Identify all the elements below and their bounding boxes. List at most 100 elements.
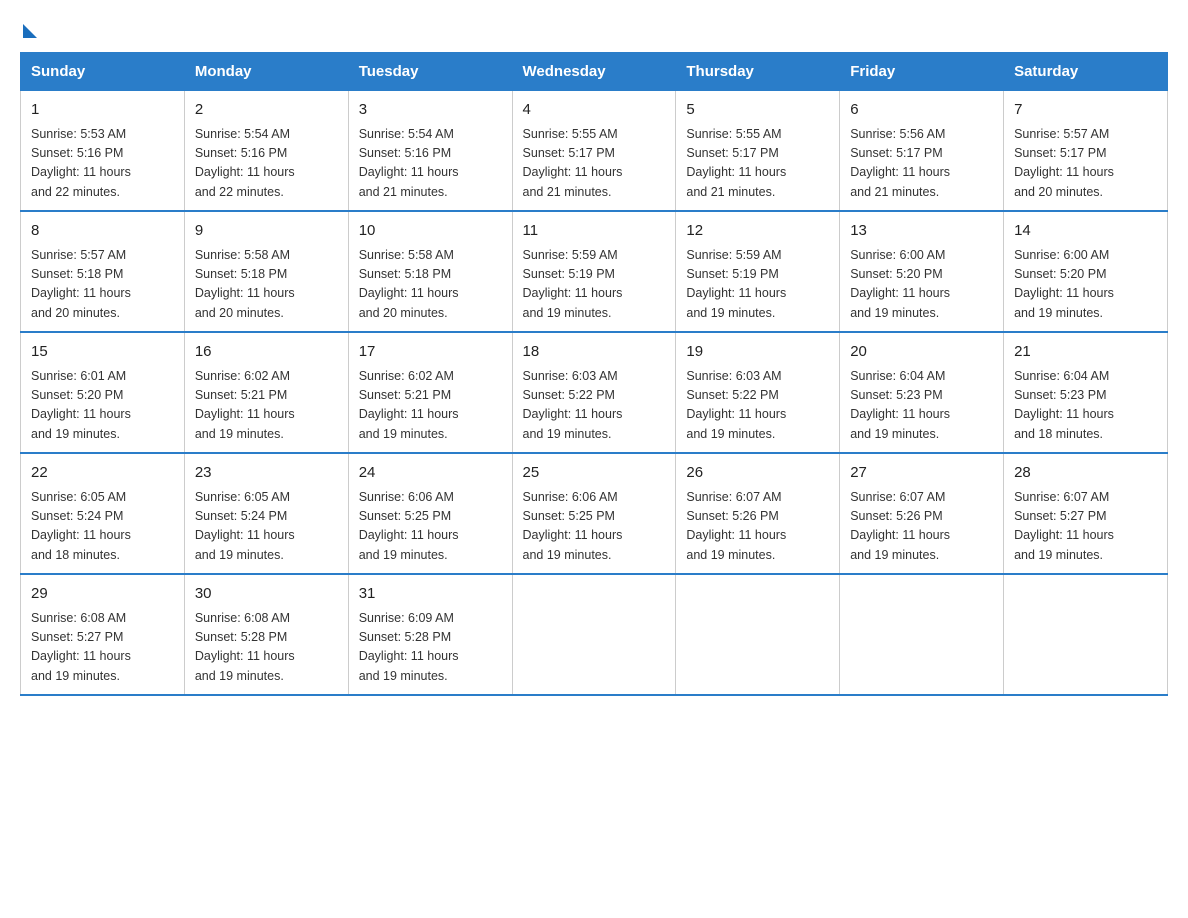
- day-info: Sunrise: 6:08 AM Sunset: 5:28 PM Dayligh…: [195, 609, 338, 687]
- day-number: 16: [195, 341, 338, 364]
- week-row-1: 1 Sunrise: 5:53 AM Sunset: 5:16 PM Dayli…: [21, 91, 1168, 212]
- day-number: 10: [359, 220, 502, 243]
- day-number: 11: [523, 220, 666, 243]
- day-cell: 15 Sunrise: 6:01 AM Sunset: 5:20 PM Dayl…: [21, 332, 185, 453]
- day-cell: 28 Sunrise: 6:07 AM Sunset: 5:27 PM Dayl…: [1004, 453, 1168, 574]
- day-cell: 3 Sunrise: 5:54 AM Sunset: 5:16 PM Dayli…: [348, 91, 512, 212]
- day-number: 24: [359, 462, 502, 485]
- day-cell: 30 Sunrise: 6:08 AM Sunset: 5:28 PM Dayl…: [184, 574, 348, 695]
- day-info: Sunrise: 6:07 AM Sunset: 5:26 PM Dayligh…: [850, 488, 993, 566]
- header-cell-saturday: Saturday: [1004, 53, 1168, 91]
- day-number: 3: [359, 99, 502, 122]
- day-number: 22: [31, 462, 174, 485]
- day-cell: 19 Sunrise: 6:03 AM Sunset: 5:22 PM Dayl…: [676, 332, 840, 453]
- day-number: 18: [523, 341, 666, 364]
- day-cell: 14 Sunrise: 6:00 AM Sunset: 5:20 PM Dayl…: [1004, 211, 1168, 332]
- calendar-header: SundayMondayTuesdayWednesdayThursdayFrid…: [21, 53, 1168, 91]
- day-number: 6: [850, 99, 993, 122]
- week-row-2: 8 Sunrise: 5:57 AM Sunset: 5:18 PM Dayli…: [21, 211, 1168, 332]
- week-row-3: 15 Sunrise: 6:01 AM Sunset: 5:20 PM Dayl…: [21, 332, 1168, 453]
- day-number: 5: [686, 99, 829, 122]
- day-cell: 6 Sunrise: 5:56 AM Sunset: 5:17 PM Dayli…: [840, 91, 1004, 212]
- day-number: 17: [359, 341, 502, 364]
- day-info: Sunrise: 5:55 AM Sunset: 5:17 PM Dayligh…: [686, 125, 829, 203]
- day-number: 7: [1014, 99, 1157, 122]
- day-number: 12: [686, 220, 829, 243]
- day-info: Sunrise: 6:05 AM Sunset: 5:24 PM Dayligh…: [31, 488, 174, 566]
- day-cell: 4 Sunrise: 5:55 AM Sunset: 5:17 PM Dayli…: [512, 91, 676, 212]
- day-info: Sunrise: 6:06 AM Sunset: 5:25 PM Dayligh…: [523, 488, 666, 566]
- page-header: [20, 20, 1168, 34]
- header-cell-monday: Monday: [184, 53, 348, 91]
- week-row-5: 29 Sunrise: 6:08 AM Sunset: 5:27 PM Dayl…: [21, 574, 1168, 695]
- header-cell-sunday: Sunday: [21, 53, 185, 91]
- day-info: Sunrise: 5:57 AM Sunset: 5:17 PM Dayligh…: [1014, 125, 1157, 203]
- day-info: Sunrise: 6:02 AM Sunset: 5:21 PM Dayligh…: [195, 367, 338, 445]
- day-info: Sunrise: 5:57 AM Sunset: 5:18 PM Dayligh…: [31, 246, 174, 324]
- day-number: 19: [686, 341, 829, 364]
- day-number: 30: [195, 583, 338, 606]
- day-cell: 17 Sunrise: 6:02 AM Sunset: 5:21 PM Dayl…: [348, 332, 512, 453]
- day-cell: 7 Sunrise: 5:57 AM Sunset: 5:17 PM Dayli…: [1004, 91, 1168, 212]
- day-number: 27: [850, 462, 993, 485]
- day-info: Sunrise: 5:59 AM Sunset: 5:19 PM Dayligh…: [686, 246, 829, 324]
- day-cell: [512, 574, 676, 695]
- day-cell: 5 Sunrise: 5:55 AM Sunset: 5:17 PM Dayli…: [676, 91, 840, 212]
- logo-triangle-icon: [23, 24, 37, 38]
- day-number: 25: [523, 462, 666, 485]
- day-cell: 25 Sunrise: 6:06 AM Sunset: 5:25 PM Dayl…: [512, 453, 676, 574]
- day-info: Sunrise: 5:55 AM Sunset: 5:17 PM Dayligh…: [523, 125, 666, 203]
- day-info: Sunrise: 6:07 AM Sunset: 5:26 PM Dayligh…: [686, 488, 829, 566]
- header-cell-thursday: Thursday: [676, 53, 840, 91]
- day-number: 26: [686, 462, 829, 485]
- day-cell: 8 Sunrise: 5:57 AM Sunset: 5:18 PM Dayli…: [21, 211, 185, 332]
- day-cell: 13 Sunrise: 6:00 AM Sunset: 5:20 PM Dayl…: [840, 211, 1004, 332]
- day-cell: 20 Sunrise: 6:04 AM Sunset: 5:23 PM Dayl…: [840, 332, 1004, 453]
- day-number: 15: [31, 341, 174, 364]
- header-cell-tuesday: Tuesday: [348, 53, 512, 91]
- header-cell-friday: Friday: [840, 53, 1004, 91]
- day-info: Sunrise: 6:02 AM Sunset: 5:21 PM Dayligh…: [359, 367, 502, 445]
- day-number: 2: [195, 99, 338, 122]
- day-info: Sunrise: 5:54 AM Sunset: 5:16 PM Dayligh…: [359, 125, 502, 203]
- day-info: Sunrise: 6:09 AM Sunset: 5:28 PM Dayligh…: [359, 609, 502, 687]
- day-info: Sunrise: 6:03 AM Sunset: 5:22 PM Dayligh…: [523, 367, 666, 445]
- day-number: 1: [31, 99, 174, 122]
- day-number: 4: [523, 99, 666, 122]
- day-info: Sunrise: 5:56 AM Sunset: 5:17 PM Dayligh…: [850, 125, 993, 203]
- day-cell: 16 Sunrise: 6:02 AM Sunset: 5:21 PM Dayl…: [184, 332, 348, 453]
- day-info: Sunrise: 6:08 AM Sunset: 5:27 PM Dayligh…: [31, 609, 174, 687]
- calendar-table: SundayMondayTuesdayWednesdayThursdayFrid…: [20, 52, 1168, 696]
- day-info: Sunrise: 5:59 AM Sunset: 5:19 PM Dayligh…: [523, 246, 666, 324]
- day-cell: 9 Sunrise: 5:58 AM Sunset: 5:18 PM Dayli…: [184, 211, 348, 332]
- day-info: Sunrise: 6:01 AM Sunset: 5:20 PM Dayligh…: [31, 367, 174, 445]
- day-info: Sunrise: 5:54 AM Sunset: 5:16 PM Dayligh…: [195, 125, 338, 203]
- day-number: 14: [1014, 220, 1157, 243]
- day-cell: [1004, 574, 1168, 695]
- day-info: Sunrise: 6:00 AM Sunset: 5:20 PM Dayligh…: [850, 246, 993, 324]
- day-number: 29: [31, 583, 174, 606]
- day-cell: [676, 574, 840, 695]
- day-cell: 24 Sunrise: 6:06 AM Sunset: 5:25 PM Dayl…: [348, 453, 512, 574]
- day-cell: 11 Sunrise: 5:59 AM Sunset: 5:19 PM Dayl…: [512, 211, 676, 332]
- day-info: Sunrise: 5:58 AM Sunset: 5:18 PM Dayligh…: [195, 246, 338, 324]
- day-cell: 1 Sunrise: 5:53 AM Sunset: 5:16 PM Dayli…: [21, 91, 185, 212]
- day-info: Sunrise: 6:07 AM Sunset: 5:27 PM Dayligh…: [1014, 488, 1157, 566]
- day-number: 21: [1014, 341, 1157, 364]
- day-info: Sunrise: 5:58 AM Sunset: 5:18 PM Dayligh…: [359, 246, 502, 324]
- day-info: Sunrise: 6:04 AM Sunset: 5:23 PM Dayligh…: [850, 367, 993, 445]
- day-cell: 31 Sunrise: 6:09 AM Sunset: 5:28 PM Dayl…: [348, 574, 512, 695]
- day-info: Sunrise: 6:03 AM Sunset: 5:22 PM Dayligh…: [686, 367, 829, 445]
- day-cell: 22 Sunrise: 6:05 AM Sunset: 5:24 PM Dayl…: [21, 453, 185, 574]
- day-number: 28: [1014, 462, 1157, 485]
- day-number: 23: [195, 462, 338, 485]
- day-cell: 26 Sunrise: 6:07 AM Sunset: 5:26 PM Dayl…: [676, 453, 840, 574]
- day-info: Sunrise: 5:53 AM Sunset: 5:16 PM Dayligh…: [31, 125, 174, 203]
- day-number: 9: [195, 220, 338, 243]
- day-number: 31: [359, 583, 502, 606]
- logo: [20, 20, 37, 34]
- day-cell: 12 Sunrise: 5:59 AM Sunset: 5:19 PM Dayl…: [676, 211, 840, 332]
- day-number: 8: [31, 220, 174, 243]
- header-row: SundayMondayTuesdayWednesdayThursdayFrid…: [21, 53, 1168, 91]
- day-number: 13: [850, 220, 993, 243]
